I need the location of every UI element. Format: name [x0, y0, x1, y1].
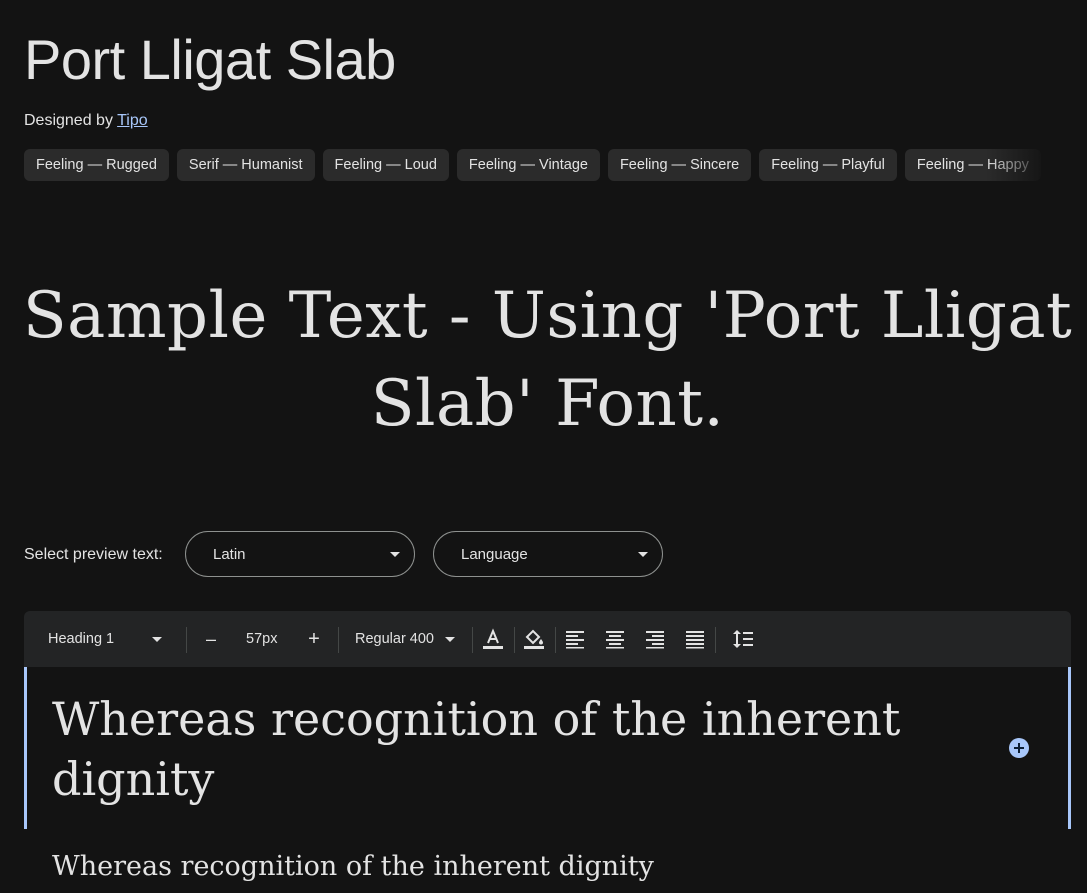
font-specimen-page: Port Lligat Slab Designed by Tipo Feelin…: [0, 0, 1087, 893]
designer-line: Designed by Tipo: [24, 110, 148, 132]
paragraph-preview-text[interactable]: Whereas recognition of the inherent dign…: [52, 848, 654, 886]
chevron-down-icon: [638, 552, 648, 557]
decrease-size-button[interactable]: –: [204, 611, 218, 667]
text-color-icon[interactable]: [481, 627, 505, 651]
toolbar-divider: [555, 627, 556, 653]
tag-chip[interactable]: Feeling — Loud: [322, 149, 449, 181]
text-style-value: Heading 1: [48, 631, 115, 647]
chevron-down-icon: [152, 637, 162, 642]
designed-by-label: Designed by: [24, 112, 113, 129]
tag-chip[interactable]: Feeling — Rugged: [24, 149, 169, 181]
tag-chip[interactable]: Feeling — Vintage: [456, 149, 600, 181]
chevron-down-icon: [390, 552, 400, 557]
preview-editor[interactable]: Whereas recognition of the inherent dign…: [24, 667, 1071, 829]
language-select-value: Language: [461, 546, 528, 563]
tag-chip[interactable]: Feeling — Happy: [904, 149, 1041, 181]
editor-toolbar: Heading 1 – 57px + Regular 400: [24, 611, 1071, 667]
font-weight-value: Regular 400: [355, 631, 434, 647]
font-weight-select[interactable]: Regular 400: [355, 611, 459, 667]
chevron-down-icon: [445, 637, 455, 642]
tag-chip[interactable]: Feeling — Playful: [759, 149, 897, 181]
highlight-color-icon[interactable]: [522, 627, 546, 651]
tag-list: Feeling — Rugged Serif — Humanist Feelin…: [24, 149, 1056, 181]
increase-size-button[interactable]: +: [306, 611, 322, 667]
toolbar-divider: [472, 627, 473, 653]
font-title: Port Lligat Slab: [24, 28, 396, 91]
add-circle-icon[interactable]: [1009, 738, 1029, 758]
align-right-icon[interactable]: [643, 627, 667, 651]
align-center-icon[interactable]: [603, 627, 627, 651]
toolbar-divider: [514, 627, 515, 653]
tag-chip[interactable]: Feeling — Sincere: [607, 149, 752, 181]
sample-text: Sample Text - Using 'Port Lligat Slab' F…: [22, 279, 1073, 441]
script-select-value: Latin: [213, 546, 246, 563]
language-select[interactable]: Language: [433, 531, 663, 577]
text-style-select[interactable]: Heading 1: [48, 611, 184, 667]
preview-text-label: Select preview text:: [24, 546, 163, 563]
script-select[interactable]: Latin: [185, 531, 415, 577]
tag-chip[interactable]: Serif — Humanist: [176, 149, 315, 181]
toolbar-divider: [186, 627, 187, 653]
font-size-value[interactable]: 57px: [246, 611, 277, 667]
designer-link[interactable]: Tipo: [117, 112, 148, 129]
toolbar-divider: [338, 627, 339, 653]
line-height-icon[interactable]: [731, 627, 755, 651]
align-justify-icon[interactable]: [683, 627, 707, 651]
editor-heading-text[interactable]: Whereas recognition of the inherent dign…: [52, 689, 952, 809]
align-left-icon[interactable]: [563, 627, 587, 651]
toolbar-divider: [715, 627, 716, 653]
